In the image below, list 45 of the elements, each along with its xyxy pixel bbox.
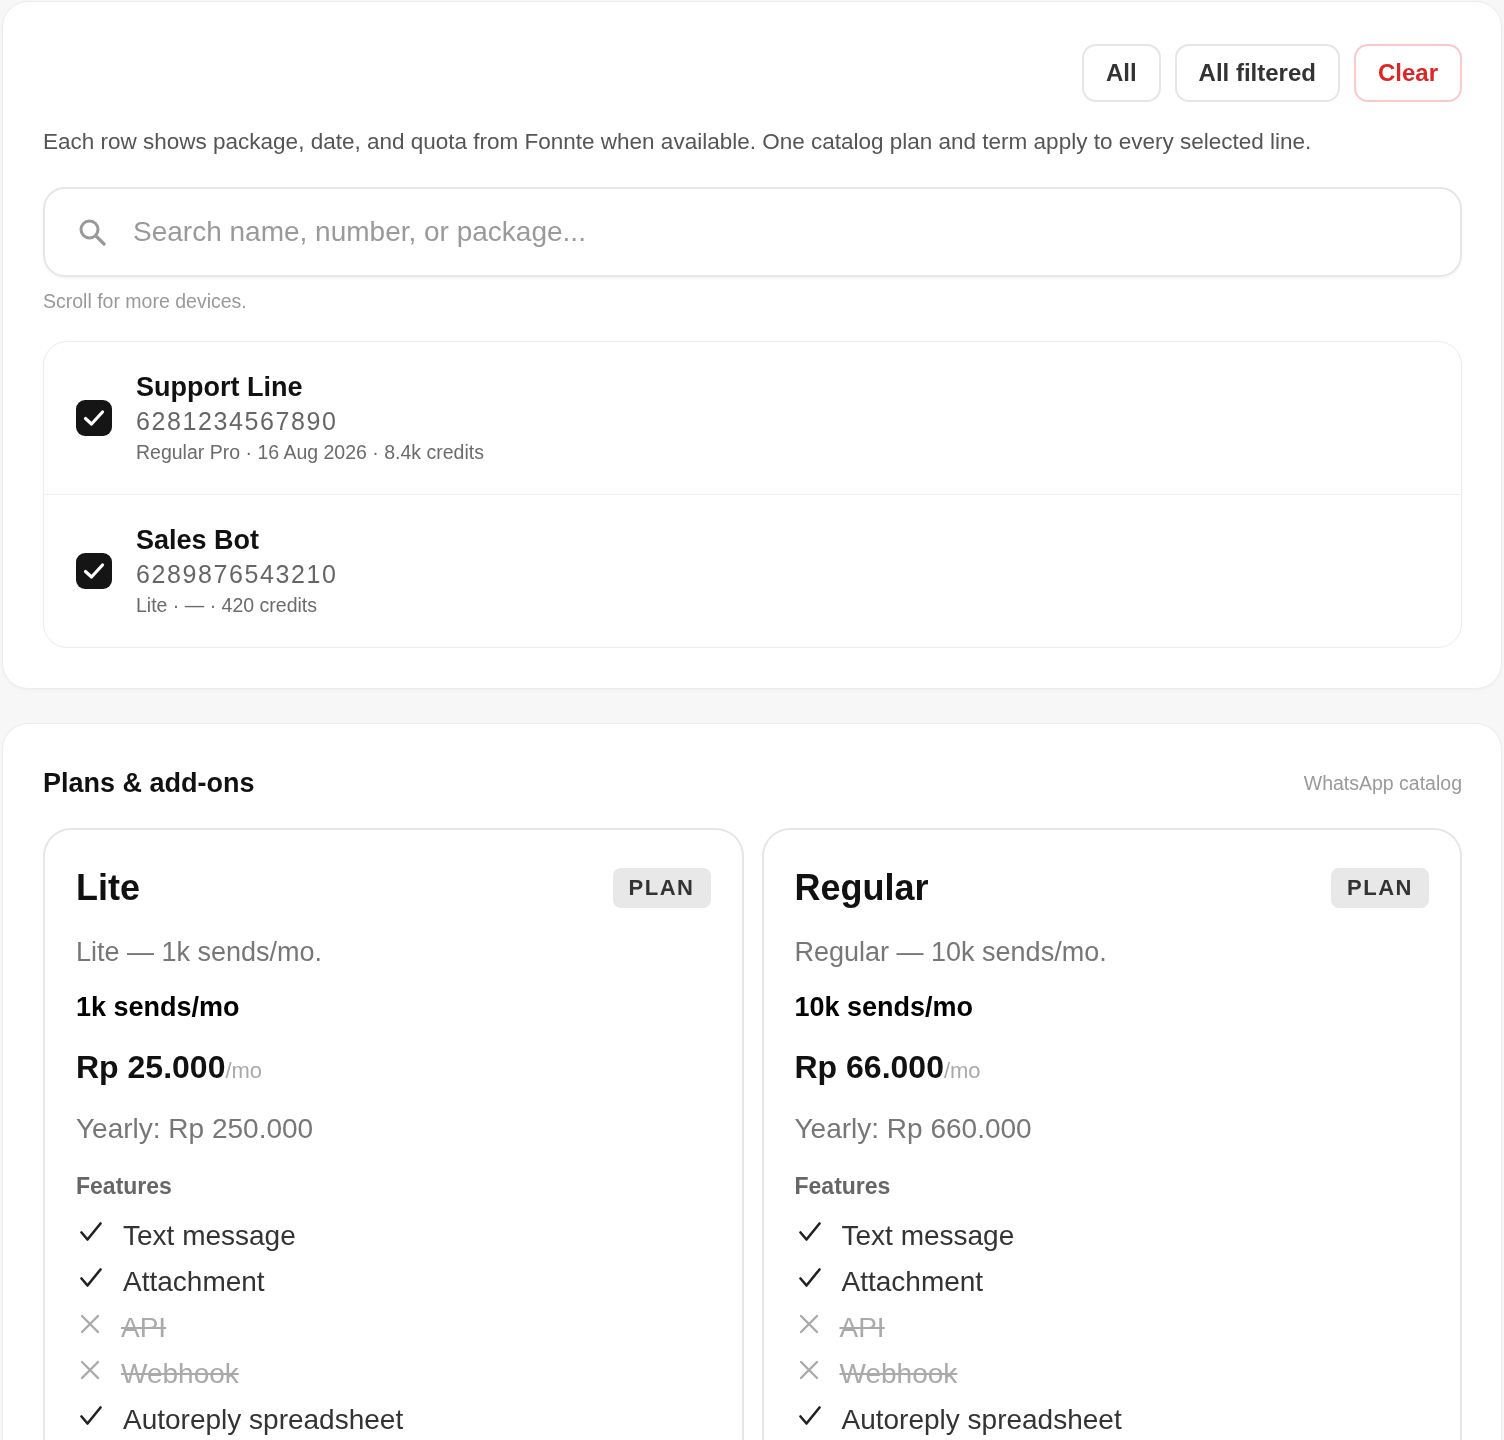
search-icon <box>78 218 106 246</box>
hint-text: Scroll for more devices. <box>43 289 248 314</box>
feature-label: Webhook <box>121 1359 239 1389</box>
feature-label: API <box>839 1313 885 1343</box>
device-name: Sales Bot <box>136 524 260 557</box>
yearly-price: Yearly: Rp 250.000 <box>76 1112 315 1146</box>
plan-tag: PLAN <box>612 868 711 908</box>
phone-number: 6281234567890 <box>136 406 338 437</box>
checkbox[interactable] <box>76 553 112 589</box>
select-button[interactable]: All filtered <box>1174 44 1340 102</box>
feature-label: Autoreply spreadsheet <box>841 1405 1122 1435</box>
yearly-price: Yearly: Rp 660.000 <box>794 1112 1033 1146</box>
description-text: Each row shows package, date, and quota from Fonnte when available. One catalog plan and term apply to every selected line. <box>43 128 1313 156</box>
plan-name: Regular <box>794 866 929 910</box>
section-title: Plans & add-ons <box>43 767 255 800</box>
catalog-label: WhatsApp catalog <box>1303 771 1462 795</box>
plan-quota: 10k sends/mo <box>794 991 975 1024</box>
plan-description: Lite — 1k sends/mo. <box>76 936 324 969</box>
feature-label: Webhook <box>839 1359 958 1389</box>
plan-card[interactable]: Regular PLAN Regular — 10k sends/mo. 10k sends/mo Rp 66.000/mo Yearly: Rp 660.000 Features Text message Attachment API Webhook Autoreply spreadsheet <box>761 828 1462 1440</box>
feature-label: Attachment <box>841 1267 984 1297</box>
search-field[interactable]: Search name, number, or package... <box>43 187 1462 277</box>
select-button[interactable]: All <box>1081 44 1161 102</box>
features-heading: Features <box>794 1172 892 1201</box>
feature-label: API <box>121 1313 167 1343</box>
device-details: Lite · — · 420 credits <box>136 593 317 618</box>
plan-name: Lite <box>76 866 140 910</box>
feature-label: Text message <box>841 1221 1015 1251</box>
features-heading: Features <box>76 1172 173 1201</box>
plan-price: Rp 25.000/mo <box>76 1048 264 1087</box>
checkbox[interactable] <box>76 400 112 436</box>
plan-price: Rp 66.000/mo <box>794 1048 982 1087</box>
plan-description: Regular — 10k sends/mo. <box>794 936 1108 969</box>
feature-label: Autoreply spreadsheet <box>123 1405 404 1435</box>
clear-button[interactable]: Clear <box>1353 44 1462 102</box>
check-icon <box>83 409 105 427</box>
check-icon <box>83 562 105 580</box>
plan-quota: 1k sends/mo <box>76 991 241 1024</box>
device-details: Regular Pro · 16 Aug 2026 · 8.4k credits <box>136 440 484 465</box>
device-name: Support Line <box>136 371 303 404</box>
plan-tag: PLAN <box>1331 868 1429 908</box>
plan-card[interactable]: Lite PLAN Lite — 1k sends/mo. 1k sends/mo Rp 25.000/mo Yearly: Rp 250.000 Features Text message Attachment API Webhook Autoreply spreadsheet <box>43 828 744 1440</box>
phone-number: 6289876543210 <box>136 559 338 590</box>
feature-label: Text message <box>123 1221 296 1251</box>
feature-label: Attachment <box>123 1267 265 1297</box>
